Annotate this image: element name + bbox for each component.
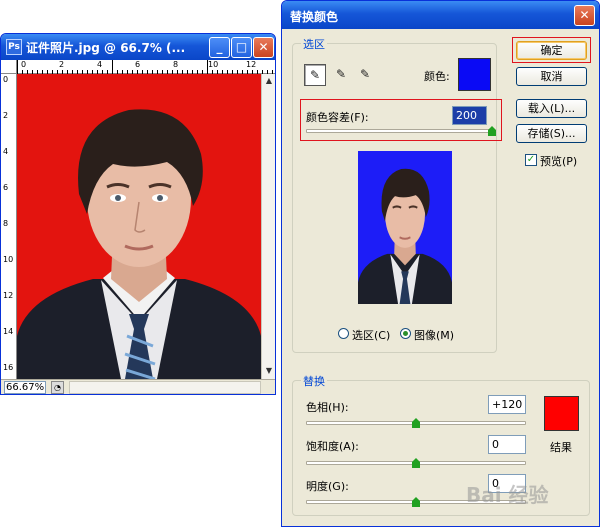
ruler-label: 14 [3, 327, 14, 336]
selection-preview [358, 151, 452, 304]
document-window: Ps 证件照片.jpg @ 66.7% (... _ □ ✕ 0 2 4 6 8… [0, 33, 276, 395]
result-label: 结果 [550, 441, 572, 454]
tolerance-input[interactable]: 200 [452, 106, 487, 125]
ruler-corner[interactable] [1, 60, 17, 74]
watermark-text: Bai 经验 [466, 483, 549, 507]
ok-button[interactable]: 确定 [516, 41, 587, 60]
selection-radio-label: 选区(C) [352, 329, 391, 342]
zoom-level-field[interactable]: 66.67% [4, 381, 46, 394]
horizontal-ruler[interactable]: 0 2 4 6 8 10 12 [17, 60, 275, 74]
load-button[interactable]: 载入(L)... [516, 99, 587, 118]
hue-label: 色相(H): [306, 401, 349, 414]
image-radio-label: 图像(M) [414, 329, 455, 342]
eyedropper-minus-icon[interactable]: ✎ [354, 64, 376, 86]
ruler-ticks-top [17, 60, 273, 74]
ruler-label: 2 [59, 60, 65, 69]
replace-group-label: 替换 [301, 373, 327, 389]
ruler-label: 10 [3, 255, 14, 264]
minimize-icon[interactable]: _ [209, 37, 230, 58]
save-button[interactable]: 存储(S)... [516, 124, 587, 143]
ruler-label: 0 [3, 75, 9, 84]
ruler-label: 8 [173, 60, 179, 69]
replace-color-dialog: 替换颜色 ✕ 选区 ✎ ✎ ✎ 颜色: 颜色容差(F): 200 选区(C) 图… [281, 0, 600, 527]
ruler-label: 16 [3, 363, 14, 372]
ruler-label: 8 [3, 219, 9, 228]
horizontal-scrollbar[interactable] [69, 381, 261, 394]
hue-input[interactable]: +120 [488, 395, 526, 414]
ruler-label: 12 [246, 60, 257, 69]
ruler-label: 4 [97, 60, 103, 69]
image-radio[interactable] [400, 328, 411, 339]
dialog-title-bar[interactable]: 替换颜色 ✕ [282, 1, 599, 29]
ruler-label: 6 [135, 60, 141, 69]
photoshop-doc-icon: Ps [6, 39, 22, 55]
cancel-button[interactable]: 取消 [516, 67, 587, 86]
ruler-label: 6 [3, 183, 9, 192]
portrait-photo-blue-background [358, 151, 452, 304]
selection-radio[interactable] [338, 328, 349, 339]
close-icon[interactable]: ✕ [253, 37, 274, 58]
result-color-swatch[interactable] [544, 396, 579, 431]
saturation-label: 饱和度(A): [306, 440, 359, 453]
ruler-label: 12 [3, 291, 14, 300]
document-title-bar[interactable]: Ps 证件照片.jpg @ 66.7% (... _ □ ✕ [1, 34, 275, 60]
ruler-label: 0 [21, 60, 27, 69]
document-canvas[interactable] [17, 74, 261, 379]
selection-group-label: 选区 [301, 36, 327, 52]
preview-checkbox[interactable]: ✓ [525, 154, 537, 166]
vertical-ruler[interactable]: 0 2 4 6 8 10 12 14 16 [1, 74, 17, 379]
lightness-label: 明度(G): [306, 480, 349, 493]
dialog-title: 替换颜色 [290, 10, 339, 24]
saturation-input[interactable]: 0 [488, 435, 526, 454]
scroll-up-icon[interactable]: ▲ [263, 75, 275, 87]
status-menu-icon[interactable]: ◔ [51, 381, 64, 394]
scroll-down-icon[interactable]: ▼ [263, 365, 275, 377]
vertical-scrollbar[interactable]: ▲ ▼ [261, 74, 275, 379]
tolerance-label: 颜色容差(F): [306, 111, 369, 124]
portrait-photo-red-background [17, 74, 261, 379]
preview-label: 预览(P) [540, 155, 578, 168]
color-label: 颜色: [424, 70, 450, 83]
selection-color-swatch[interactable] [458, 58, 491, 91]
ruler-label: 10 [208, 60, 219, 69]
ruler-label: 4 [3, 147, 9, 156]
close-icon[interactable]: ✕ [574, 5, 595, 26]
eyedropper-icon[interactable]: ✎ [304, 64, 326, 86]
tolerance-slider[interactable] [306, 129, 492, 133]
document-status-bar: 66.67% ◔ [1, 379, 275, 394]
maximize-icon[interactable]: □ [231, 37, 252, 58]
document-title: 证件照片.jpg @ 66.7% (... [26, 41, 186, 55]
watermark: Bai 经验 [462, 473, 582, 513]
ruler-label: 2 [3, 111, 9, 120]
eyedropper-plus-icon[interactable]: ✎ [330, 64, 352, 86]
